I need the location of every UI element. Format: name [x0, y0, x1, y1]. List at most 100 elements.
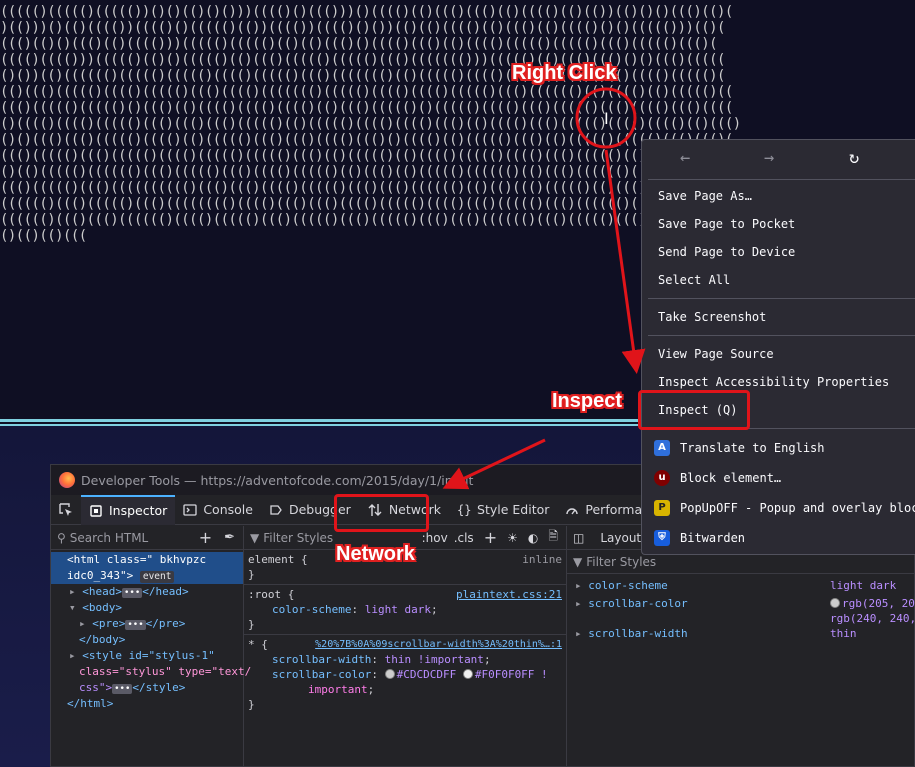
annotation-right-click: Right Click: [512, 62, 617, 84]
puzzle-line: ((()(()()((()(()(((()))((((()((((()(()((…: [0, 36, 718, 52]
menu-item-popupoff[interactable]: P PopUpOFF - Popup and overlay block: [654, 500, 915, 516]
puzzle-line: (()((()((((()(((()((((()((()(((()(((((((…: [0, 84, 733, 100]
color-swatch[interactable]: [384, 669, 395, 679]
braces-icon: {}: [457, 502, 472, 517]
context-nav-row: ← → ↻: [642, 140, 915, 176]
markup-tree: <html class=" bkhvpzc idc0_343"> event ▸…: [51, 550, 251, 712]
menu-item-send-to-device[interactable]: Send Page to Device: [658, 244, 795, 260]
tab-console[interactable]: Console: [175, 495, 261, 525]
sidebar-toggle-icon[interactable]: ◫: [573, 531, 584, 545]
tree-node-head[interactable]: ▸ <head> ••• </head>: [51, 584, 243, 600]
rule-source-link[interactable]: %20%7B%0A%09scrollbar-width%3A%20thin%…:…: [315, 637, 562, 652]
tab-label: Style Editor: [477, 502, 550, 517]
menu-separator: [648, 179, 915, 180]
filter-icon: ▼: [573, 554, 583, 569]
network-highlight-box: [334, 494, 429, 532]
puzzle-line: ()(((()(((()((((()((()((()((()((((()(()(…: [0, 116, 741, 132]
back-arrow-icon[interactable]: ←: [680, 148, 690, 168]
cls-button[interactable]: .cls: [454, 531, 474, 545]
context-menu: ← → ↻ Save Page As… Save Page to Pocket …: [641, 139, 915, 555]
tree-node-html-close[interactable]: </html>: [51, 696, 243, 712]
add-rule-icon[interactable]: +: [484, 528, 497, 547]
rule-root: :root {plaintext.css:21 color-scheme: li…: [244, 585, 566, 635]
menu-item-inspect-accessibility[interactable]: Inspect Accessibility Properties: [658, 374, 889, 390]
popupoff-icon: P: [654, 500, 670, 516]
tab-style-editor[interactable]: {} Style Editor: [449, 495, 557, 525]
computed-prop[interactable]: ▸ color-scheme light dark: [567, 578, 915, 596]
computed-list: ▸ color-scheme light dark ▸ scrollbar-col…: [567, 574, 915, 644]
rule-source-link[interactable]: plaintext.css:21: [456, 587, 562, 602]
color-swatch[interactable]: [462, 669, 473, 679]
ublock-icon: u: [654, 470, 670, 486]
puzzle-line: ((()((((()((((()()((()(()(((()(((()(((()…: [0, 100, 733, 116]
menu-separator: [648, 298, 915, 299]
tree-node-html-cont[interactable]: idc0_343"> event: [51, 568, 243, 584]
add-node-icon[interactable]: +: [199, 528, 212, 547]
menu-item-select-all[interactable]: Select All: [658, 272, 730, 288]
translate-icon: A: [654, 440, 670, 456]
inspect-highlight-box: [638, 390, 750, 430]
annotation-inspect: Inspect: [552, 390, 623, 412]
picker-icon: [59, 502, 72, 516]
collapsed-dots[interactable]: •••: [125, 620, 146, 630]
tree-node-style-cont[interactable]: class="stylus" type="text/: [51, 664, 251, 680]
hov-button[interactable]: :hov: [422, 531, 448, 545]
console-icon: [183, 503, 197, 516]
event-badge[interactable]: event: [139, 571, 175, 583]
tab-label: Console: [203, 502, 253, 517]
search-html-input[interactable]: Search HTML: [70, 531, 199, 545]
tree-node-body[interactable]: ▾ <body>: [51, 600, 243, 616]
puzzle-line: )(()))()(()(((())(((()()((((()(())(((())…: [0, 20, 725, 36]
search-icon: ⚲: [57, 530, 66, 545]
pick-box-icon: [90, 504, 102, 517]
color-swatch[interactable]: [830, 598, 840, 608]
tree-node-html[interactable]: <html class=" bkhvpzc: [51, 552, 243, 568]
tree-node-style-cont2[interactable]: css"> ••• </style>: [51, 680, 243, 696]
firefox-logo-icon: [59, 472, 75, 488]
markup-panel: ⚲ Search HTML + ✒ <html class=" bkhvpzc …: [51, 526, 251, 767]
computed-prop[interactable]: ▸ scrollbar-color rgb(205, 205 rgb(240, 24…: [567, 596, 915, 626]
devtools-body: ⚲ Search HTML + ✒ <html class=" bkhvpzc …: [51, 526, 915, 767]
tree-node-pre[interactable]: ▸ <pre> ••• </pre>: [51, 616, 243, 632]
bitwarden-shield-icon: ⛨: [654, 530, 670, 546]
layout-panel: ◫ Layout ▼ Filter Styles ▸ color-scheme l…: [567, 526, 915, 767]
menu-item-save-page-as[interactable]: Save Page As…: [658, 188, 752, 204]
expand-arrow-icon[interactable]: ▸: [69, 649, 76, 662]
collapsed-dots[interactable]: •••: [112, 684, 133, 694]
rule-universal: * {%20%7B%0A%09scrollbar-width%3A%20thin…: [248, 637, 562, 711]
menu-item-view-page-source[interactable]: View Page Source: [658, 346, 774, 362]
print-icon[interactable]: 🗎: [548, 527, 558, 548]
menu-item-bitwarden[interactable]: ⛨ Bitwarden: [654, 530, 745, 546]
filter-icon: ▼: [250, 530, 260, 545]
menu-item-save-to-pocket[interactable]: Save Page to Pocket: [658, 216, 795, 232]
reload-icon[interactable]: ↻: [849, 148, 859, 168]
tab-layout[interactable]: Layout: [600, 531, 641, 545]
element-picker-button[interactable]: [51, 495, 81, 525]
expand-arrow-icon[interactable]: ▸: [79, 617, 86, 630]
computed-prop[interactable]: ▸ scrollbar-width thin: [567, 626, 915, 644]
annotation-network: Network: [336, 543, 415, 565]
tab-inspector[interactable]: Inspector: [81, 494, 176, 525]
expand-arrow-icon[interactable]: ▸: [69, 585, 76, 598]
light-mode-icon[interactable]: ☀: [507, 531, 518, 545]
eyedropper-icon[interactable]: ✒: [224, 530, 235, 545]
computed-filter-input[interactable]: Filter Styles: [586, 555, 656, 569]
menu-item-block-element[interactable]: u Block element…: [654, 470, 781, 486]
tree-node-body-close[interactable]: </body>: [51, 632, 243, 648]
puzzle-line: (((()(((()))((((()(()()((((()(()((()((((…: [0, 52, 725, 68]
forward-arrow-icon[interactable]: →: [764, 148, 774, 168]
dark-mode-icon[interactable]: ◐: [528, 531, 538, 545]
tree-node-style[interactable]: ▸ <style id="stylus-1": [51, 648, 243, 664]
collapse-arrow-icon[interactable]: ▾: [69, 601, 76, 614]
gauge-icon: [566, 507, 579, 514]
devtools-title: Developer Tools — https://adventofcode.c…: [81, 472, 474, 488]
tab-label: Inspector: [109, 503, 168, 518]
rule-source: inline: [522, 553, 562, 566]
menu-separator: [648, 335, 915, 336]
menu-item-take-screenshot[interactable]: Take Screenshot: [658, 309, 766, 325]
debugger-icon: [270, 504, 282, 515]
puzzle-line: ()())(()(((((()((((()((((()(((()((((()((…: [0, 68, 725, 84]
puzzle-line: ((((()((((()((((())()()(()()()))(((()()(…: [0, 4, 733, 20]
collapsed-dots[interactable]: •••: [122, 588, 143, 598]
menu-item-translate[interactable]: A Translate to English: [654, 440, 825, 456]
